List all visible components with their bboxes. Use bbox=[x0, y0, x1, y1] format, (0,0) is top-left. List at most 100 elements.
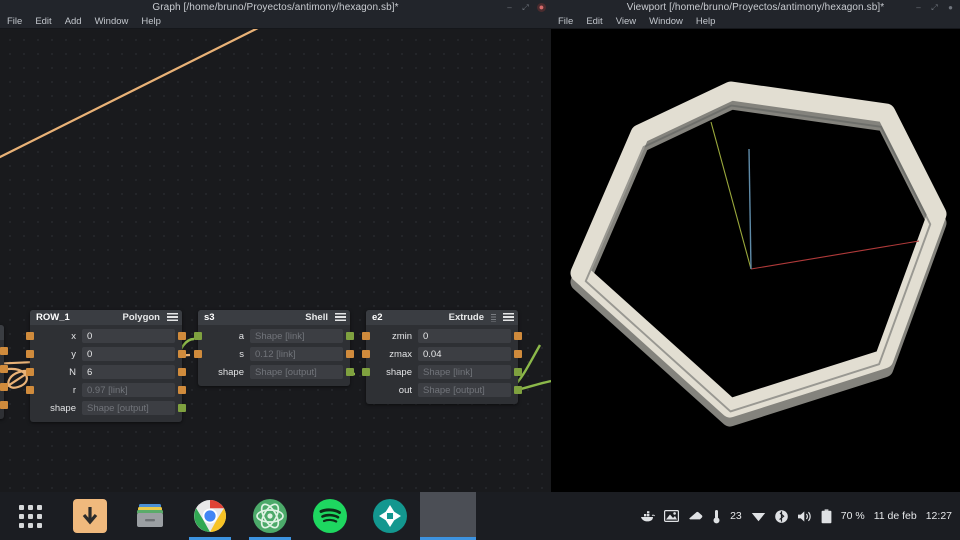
output-port[interactable] bbox=[346, 368, 354, 376]
menu-window[interactable]: Window bbox=[93, 16, 131, 27]
thermometer-icon[interactable] bbox=[712, 509, 721, 524]
node-e2-header[interactable]: e2 Extrude bbox=[366, 310, 518, 325]
param-value[interactable]: 0.04 bbox=[418, 347, 511, 361]
input-port[interactable] bbox=[362, 350, 370, 358]
docker-icon[interactable] bbox=[640, 510, 656, 523]
3d-viewport-canvas[interactable] bbox=[551, 29, 960, 492]
menu-add[interactable]: Add bbox=[63, 16, 84, 27]
output-port[interactable] bbox=[346, 350, 354, 358]
menu-window[interactable]: Window bbox=[647, 16, 685, 27]
wifi-icon[interactable] bbox=[751, 510, 766, 522]
output-port[interactable] bbox=[0, 383, 8, 391]
param-value[interactable]: 0.12 [link] bbox=[250, 347, 343, 361]
node-row: shape Shape [output] bbox=[30, 400, 186, 416]
graph-window-title: Graph [/home/bruno/Proyectos/antimony/he… bbox=[152, 2, 399, 13]
menu-edit[interactable]: Edit bbox=[33, 16, 53, 27]
menu-file[interactable]: File bbox=[556, 16, 575, 27]
input-port[interactable] bbox=[362, 332, 370, 340]
input-port[interactable] bbox=[194, 332, 202, 340]
launcher-shotwell[interactable] bbox=[360, 492, 420, 540]
node-e2[interactable]: e2 Extrude zmin 0 zmax 0.04 shape Shape … bbox=[362, 310, 522, 404]
menu-view[interactable]: View bbox=[614, 16, 638, 27]
launcher-downloads[interactable] bbox=[60, 492, 120, 540]
input-port[interactable] bbox=[26, 350, 34, 358]
menu-help[interactable]: Help bbox=[694, 16, 718, 27]
param-value[interactable]: Shape [link] bbox=[418, 365, 511, 379]
clock-time[interactable]: 12:27 bbox=[926, 510, 952, 522]
output-port[interactable] bbox=[178, 386, 186, 394]
output-port[interactable] bbox=[346, 332, 354, 340]
menu-file[interactable]: File bbox=[5, 16, 24, 27]
param-label: zmin bbox=[391, 330, 412, 342]
output-port[interactable] bbox=[178, 404, 186, 412]
node-partial-offscreen[interactable] bbox=[0, 325, 8, 419]
output-port[interactable] bbox=[178, 332, 186, 340]
launcher-files[interactable] bbox=[120, 492, 180, 540]
volume-icon[interactable] bbox=[797, 510, 812, 523]
menu-edit[interactable]: Edit bbox=[584, 16, 604, 27]
download-icon bbox=[73, 499, 107, 533]
node-body bbox=[0, 340, 8, 419]
param-value[interactable]: 0 bbox=[82, 329, 175, 343]
script-icon[interactable] bbox=[491, 313, 496, 322]
hamburger-icon[interactable] bbox=[167, 313, 178, 322]
output-port[interactable] bbox=[178, 350, 186, 358]
input-port[interactable] bbox=[26, 368, 34, 376]
close-button[interactable]: ● bbox=[537, 3, 546, 12]
param-value[interactable]: 0.97 [link] bbox=[82, 383, 175, 397]
param-value[interactable]: 0 bbox=[418, 329, 511, 343]
hamburger-icon[interactable] bbox=[503, 313, 514, 322]
node-s3-type: Shell bbox=[305, 312, 328, 323]
graph-window: Graph [/home/bruno/Proyectos/antimony/he… bbox=[0, 0, 551, 492]
bluetooth-icon[interactable] bbox=[774, 509, 788, 524]
input-port[interactable] bbox=[26, 386, 34, 394]
input-port[interactable] bbox=[26, 332, 34, 340]
output-port[interactable] bbox=[514, 386, 522, 394]
maximize-button[interactable]: ⤢ bbox=[930, 3, 939, 12]
launcher-spotify[interactable] bbox=[300, 492, 360, 540]
hamburger-icon[interactable] bbox=[335, 313, 346, 322]
menu-help[interactable]: Help bbox=[139, 16, 163, 27]
maximize-button[interactable]: ⤢ bbox=[521, 3, 530, 12]
launcher-show-applications[interactable] bbox=[0, 492, 60, 540]
param-label: s bbox=[239, 348, 244, 360]
launcher-google-chrome[interactable] bbox=[180, 492, 240, 540]
output-port[interactable] bbox=[178, 368, 186, 376]
node-header[interactable] bbox=[0, 325, 4, 340]
param-label: out bbox=[398, 384, 412, 396]
node-row_1-header[interactable]: ROW_1 Polygon bbox=[30, 310, 182, 325]
node-row_1[interactable]: ROW_1 Polygon x 0 y 0 N 6 r 0.97 [link] … bbox=[26, 310, 186, 422]
output-port[interactable] bbox=[514, 350, 522, 358]
param-value[interactable]: 0 bbox=[82, 347, 175, 361]
output-port[interactable] bbox=[0, 365, 8, 373]
output-port[interactable] bbox=[514, 368, 522, 376]
output-port[interactable] bbox=[514, 332, 522, 340]
param-value[interactable]: 6 bbox=[82, 365, 175, 379]
param-value[interactable]: Shape [link] bbox=[250, 329, 343, 343]
clock-date[interactable]: 11 de feb bbox=[874, 510, 917, 522]
node-s3[interactable]: s3 Shell a Shape [link] s 0.12 [link] sh… bbox=[194, 310, 354, 386]
node-row bbox=[0, 343, 8, 359]
close-button[interactable]: ● bbox=[946, 3, 955, 12]
node-graph-canvas[interactable]: ROW_1 Polygon x 0 y 0 N 6 r 0.97 [link] … bbox=[0, 29, 551, 492]
taskbar-active-window[interactable] bbox=[420, 492, 476, 540]
input-port[interactable] bbox=[194, 350, 202, 358]
node-e2-name: e2 bbox=[372, 312, 383, 323]
screenshot-icon[interactable] bbox=[664, 510, 680, 522]
atom-icon bbox=[253, 499, 287, 533]
axis-x bbox=[750, 240, 920, 270]
minimize-button[interactable]: – bbox=[914, 3, 923, 12]
input-port[interactable] bbox=[362, 368, 370, 376]
node-s3-header[interactable]: s3 Shell bbox=[198, 310, 350, 325]
app-launcher bbox=[0, 492, 420, 540]
output-port[interactable] bbox=[0, 401, 8, 409]
launcher-atom[interactable] bbox=[240, 492, 300, 540]
node-row: zmax 0.04 bbox=[362, 346, 522, 362]
output-port[interactable] bbox=[0, 347, 8, 355]
node-row_1-name: ROW_1 bbox=[36, 312, 70, 323]
minimize-button[interactable]: – bbox=[505, 3, 514, 12]
chrome-icon bbox=[193, 499, 227, 533]
eraser-icon[interactable] bbox=[688, 511, 703, 521]
battery-icon[interactable] bbox=[821, 508, 832, 524]
param-label: shape bbox=[50, 402, 76, 414]
